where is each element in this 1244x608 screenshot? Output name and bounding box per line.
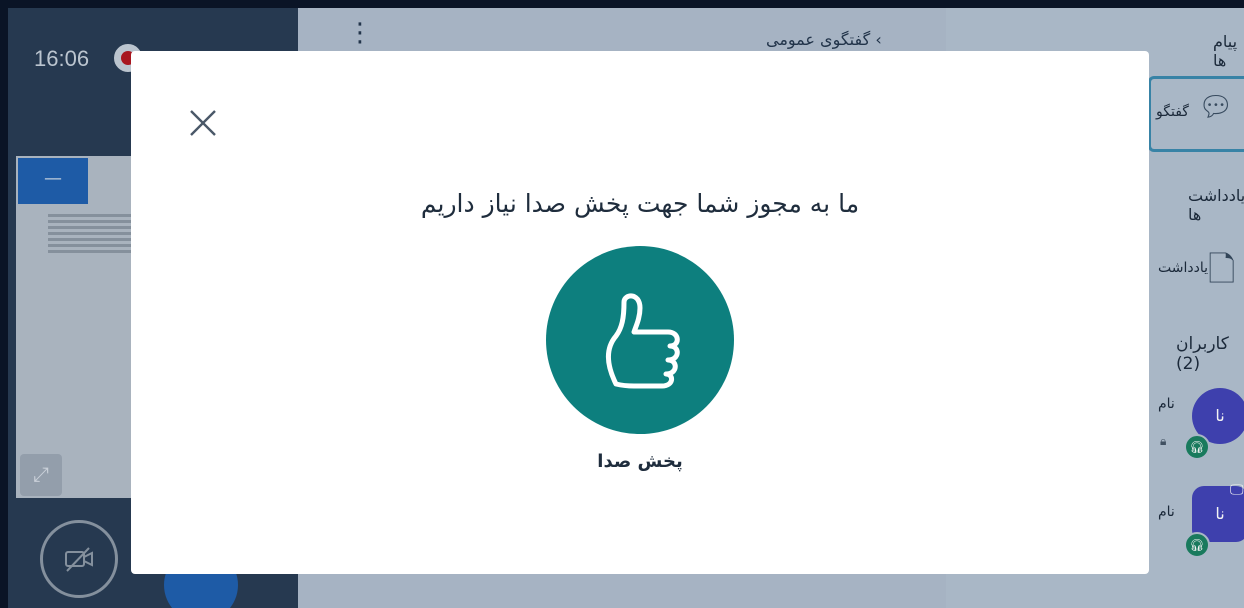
close-icon[interactable] <box>183 103 223 143</box>
listen-only-button[interactable] <box>546 246 734 434</box>
audio-permission-modal: ما به مجوز شما جهت پخش صدا نیاز داریم پخ… <box>131 51 1149 574</box>
listen-only-label: پخش صدا <box>597 451 683 472</box>
thumbs-up-icon <box>606 293 680 389</box>
modal-heading: ما به مجوز شما جهت پخش صدا نیاز داریم <box>420 189 860 218</box>
